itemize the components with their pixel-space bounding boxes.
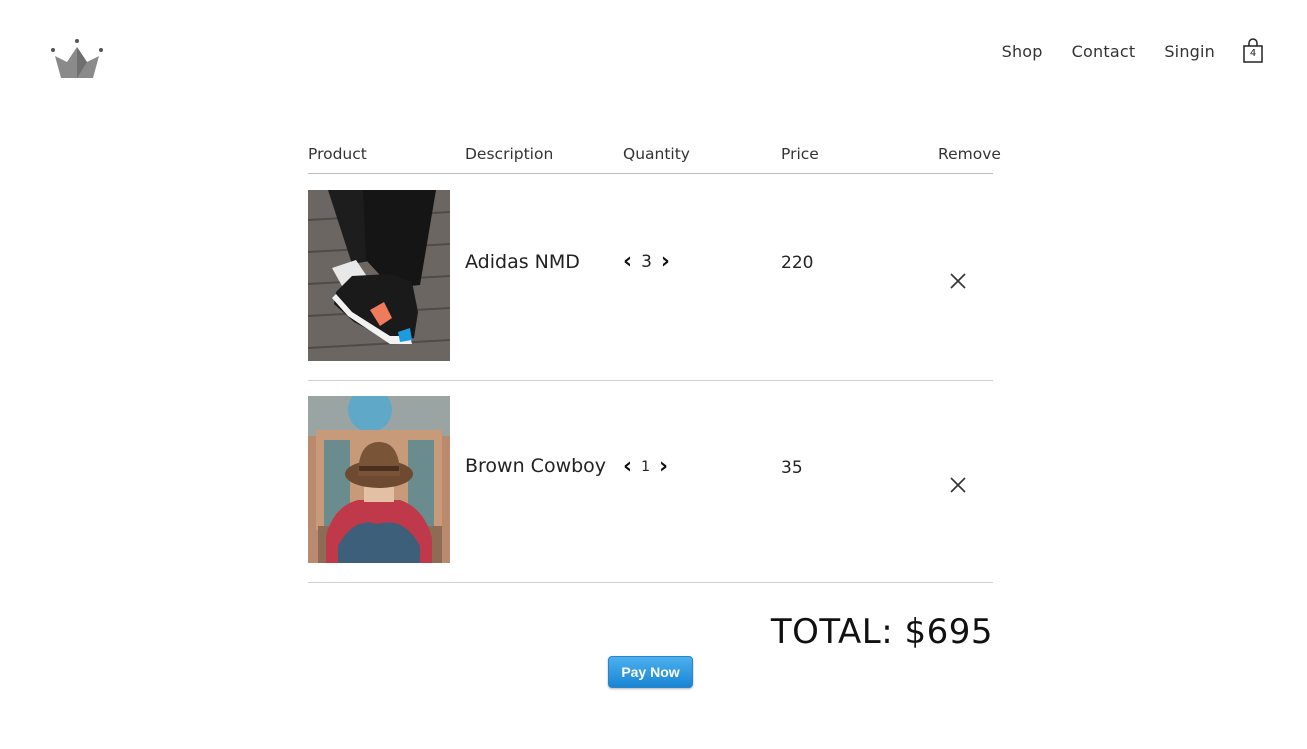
pay-now-button[interactable]: Pay Now — [608, 656, 693, 688]
increase-quantity-button[interactable]: › — [661, 251, 670, 273]
sneaker-photo — [308, 190, 450, 361]
header-price: Price — [781, 145, 819, 163]
header-description: Description — [465, 145, 554, 163]
cowboy-hat-photo — [308, 396, 450, 563]
header-product: Product — [308, 145, 367, 163]
quantity-value: 1 — [641, 459, 650, 475]
cart-total: TOTAL: $695 — [770, 612, 993, 652]
product-name: Adidas NMD — [465, 251, 580, 273]
main-nav: Shop Contact Singin 4 — [973, 38, 1263, 64]
nav-signin-link[interactable]: Singin — [1164, 42, 1215, 61]
crown-logo-icon[interactable] — [50, 36, 104, 80]
table-row: Brown Cowboy ‹ 1 › 35 — [308, 381, 993, 583]
remove-item-icon[interactable] — [949, 476, 967, 494]
header-quantity: Quantity — [623, 145, 690, 163]
cart-button[interactable]: 4 — [1243, 38, 1263, 64]
decrease-quantity-button[interactable]: ‹ — [623, 456, 632, 478]
quantity-stepper: ‹ 1 › — [623, 456, 668, 478]
nav-contact-link[interactable]: Contact — [1072, 42, 1136, 61]
product-price: 220 — [781, 253, 814, 273]
quantity-stepper: ‹ 3 › — [623, 251, 670, 273]
remove-item-icon[interactable] — [949, 272, 967, 290]
product-price: 35 — [781, 458, 803, 478]
table-row: Adidas NMD ‹ 3 › 220 — [308, 174, 993, 381]
increase-quantity-button[interactable]: › — [659, 456, 668, 478]
cart-count: 4 — [1249, 48, 1257, 59]
table-header: Product Description Quantity Price Remov… — [308, 140, 1001, 174]
nav-shop-link[interactable]: Shop — [1002, 42, 1043, 61]
decrease-quantity-button[interactable]: ‹ — [623, 251, 632, 273]
quantity-value: 3 — [641, 252, 652, 272]
header-remove: Remove — [938, 145, 1001, 163]
product-name: Brown Cowboy — [465, 455, 607, 477]
cart-table: Product Description Quantity Price Remov… — [308, 140, 1001, 583]
